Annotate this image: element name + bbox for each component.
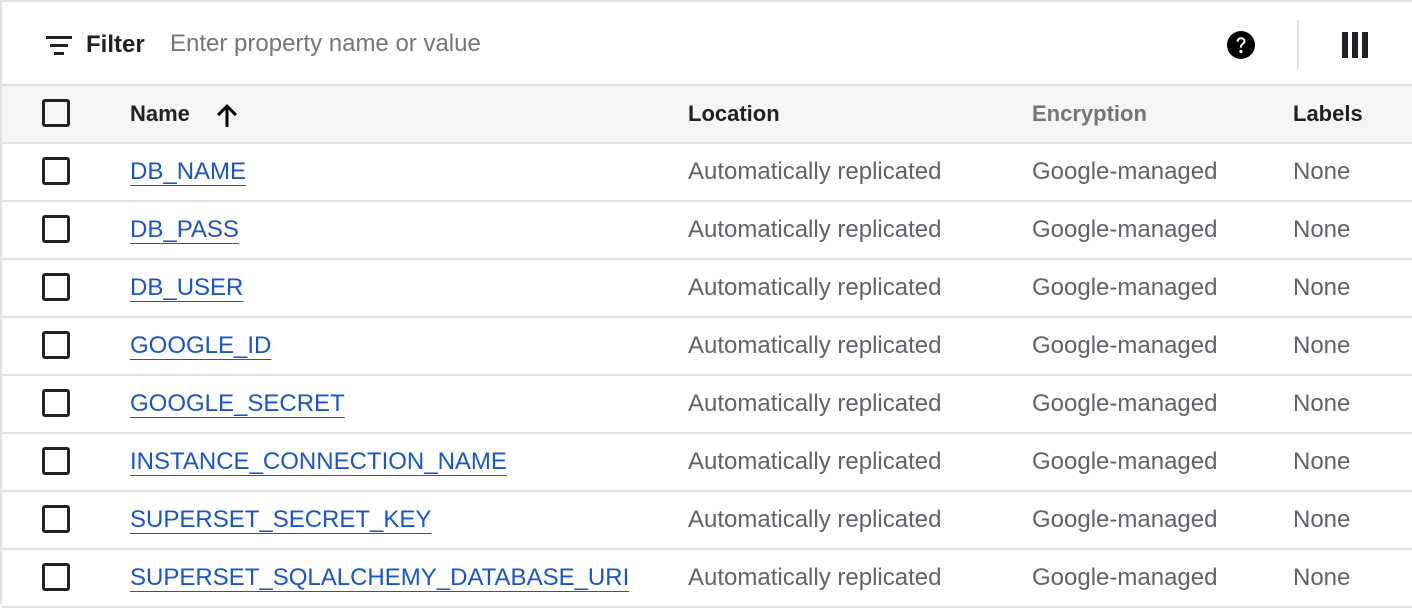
- secret-name-link[interactable]: DB_PASS: [130, 216, 239, 243]
- arrow-upward-icon[interactable]: [214, 102, 240, 128]
- column-header-labels: Labels: [1293, 101, 1363, 126]
- secret-name-link[interactable]: INSTANCE_CONNECTION_NAME: [130, 448, 507, 475]
- column-header-name[interactable]: Name: [130, 86, 190, 142]
- secret-name-link[interactable]: DB_NAME: [130, 158, 246, 185]
- table-row: GOOGLE_SECRET Automatically replicated G…: [2, 376, 1412, 434]
- encryption-cell: Google-managed: [1032, 274, 1218, 301]
- column-header-location[interactable]: Location: [688, 86, 780, 142]
- labels-cell: None: [1293, 158, 1351, 185]
- labels-cell: None: [1293, 274, 1351, 301]
- select-all-checkbox[interactable]: [42, 99, 70, 127]
- secrets-table-panel: Filter Name Location Encryption Labels: [0, 0, 1412, 608]
- row-checkbox[interactable]: [42, 157, 70, 185]
- location-cell: Automatically replicated: [688, 332, 942, 359]
- encryption-cell: Google-managed: [1032, 506, 1218, 533]
- row-checkbox[interactable]: [42, 447, 70, 475]
- table-row: GOOGLE_ID Automatically replicated Googl…: [2, 318, 1412, 376]
- labels-cell: None: [1293, 448, 1351, 475]
- table-row: DB_USER Automatically replicated Google-…: [2, 260, 1412, 318]
- secret-name-link[interactable]: GOOGLE_SECRET: [130, 390, 345, 417]
- encryption-cell: Google-managed: [1032, 448, 1218, 475]
- row-checkbox[interactable]: [42, 331, 70, 359]
- table-header-row: Name Location Encryption Labels: [2, 86, 1412, 144]
- row-checkbox[interactable]: [42, 563, 70, 591]
- encryption-cell: Google-managed: [1032, 564, 1218, 591]
- secret-name-link[interactable]: SUPERSET_SQLALCHEMY_DATABASE_URI: [130, 564, 629, 591]
- location-cell: Automatically replicated: [688, 274, 942, 301]
- secrets-table: Name Location Encryption Labels DB_NAME …: [2, 86, 1412, 608]
- filter-list-icon[interactable]: [44, 34, 74, 58]
- row-checkbox[interactable]: [42, 505, 70, 533]
- secret-name-link[interactable]: GOOGLE_ID: [130, 332, 271, 359]
- location-cell: Automatically replicated: [688, 390, 942, 417]
- filter-label: Filter: [86, 31, 145, 58]
- labels-cell: None: [1293, 506, 1351, 533]
- labels-cell: None: [1293, 390, 1351, 417]
- column-header-encryption: Encryption: [1032, 101, 1147, 126]
- labels-cell: None: [1293, 332, 1351, 359]
- help-icon[interactable]: [1226, 30, 1256, 60]
- location-cell: Automatically replicated: [688, 158, 942, 185]
- secret-name-link[interactable]: DB_USER: [130, 274, 243, 301]
- table-row: SUPERSET_SQLALCHEMY_DATABASE_URI Automat…: [2, 550, 1412, 608]
- encryption-cell: Google-managed: [1032, 216, 1218, 243]
- encryption-cell: Google-managed: [1032, 332, 1218, 359]
- location-cell: Automatically replicated: [688, 564, 942, 591]
- table-row: DB_NAME Automatically replicated Google-…: [2, 144, 1412, 202]
- secret-name-link[interactable]: SUPERSET_SECRET_KEY: [130, 506, 431, 533]
- labels-cell: None: [1293, 564, 1351, 591]
- table-row: DB_PASS Automatically replicated Google-…: [2, 202, 1412, 260]
- row-checkbox[interactable]: [42, 215, 70, 243]
- filter-input[interactable]: [170, 24, 970, 64]
- location-cell: Automatically replicated: [688, 216, 942, 243]
- encryption-cell: Google-managed: [1032, 158, 1218, 185]
- location-cell: Automatically replicated: [688, 448, 942, 475]
- table-row: SUPERSET_SECRET_KEY Automatically replic…: [2, 492, 1412, 550]
- filter-bar: Filter: [2, 2, 1412, 86]
- row-checkbox[interactable]: [42, 273, 70, 301]
- column-display-icon[interactable]: [1342, 32, 1368, 58]
- encryption-cell: Google-managed: [1032, 390, 1218, 417]
- location-cell: Automatically replicated: [688, 506, 942, 533]
- labels-cell: None: [1293, 216, 1351, 243]
- toolbar-divider: [1297, 20, 1299, 70]
- table-row: INSTANCE_CONNECTION_NAME Automatically r…: [2, 434, 1412, 492]
- row-checkbox[interactable]: [42, 389, 70, 417]
